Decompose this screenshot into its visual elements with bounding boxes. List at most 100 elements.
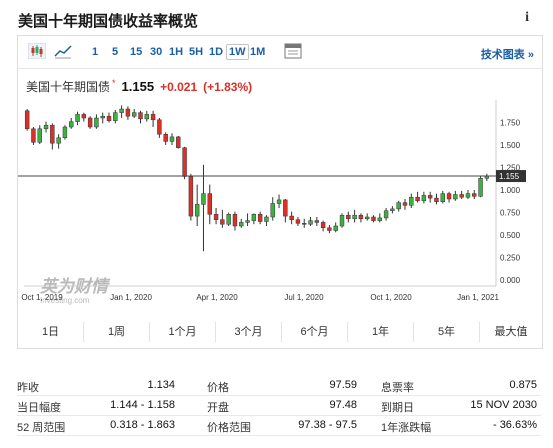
candle-body (472, 193, 477, 197)
candle-body (182, 147, 187, 177)
advanced-chart-link[interactable]: 技术图表 » (481, 46, 534, 62)
y-tick-label: 1.750 (500, 119, 521, 128)
chart-toolbar: 1 5 15 30 1H 5H 1D 1W 1M 技术图表 » (18, 36, 542, 69)
stat-label: 息票率 (381, 382, 414, 394)
stats-row: 52 周范围 0.318 - 1.863 价格范围 97.38 - 97.5 1… (17, 415, 541, 436)
range-5y[interactable]: 5年 (414, 322, 480, 342)
candle-body (75, 114, 80, 122)
candle-body (24, 110, 30, 130)
price-change: +0.021 (160, 80, 198, 94)
interval-5[interactable]: 5 (112, 46, 118, 58)
interval-1h[interactable]: 1H (169, 46, 183, 58)
x-tick-label: Oct 1, 2020 (370, 293, 412, 302)
info-icon[interactable]: i (525, 10, 529, 26)
y-tick-label: 1.500 (500, 141, 521, 150)
candle-body (220, 219, 225, 225)
candlestick-icon[interactable] (28, 43, 46, 59)
instrument-name: 美国十年期国债 (26, 80, 111, 94)
interval-1m[interactable]: 1M (250, 46, 265, 58)
candle-body (346, 214, 351, 220)
range-6m[interactable]: 6个月 (282, 322, 348, 342)
candle-body (163, 133, 168, 142)
x-tick-label: Oct 1, 2019 (21, 293, 63, 302)
stat-value: 15 NOV 2030 (470, 399, 537, 411)
candle-body (270, 203, 275, 218)
range-max[interactable]: 最大值 (480, 322, 542, 342)
stat-label: 开盘 (207, 402, 229, 414)
candle-body (295, 219, 301, 224)
stat-label: 当日幅度 (17, 402, 61, 414)
candle-body (302, 223, 307, 225)
y-tick-label: 0.500 (500, 231, 521, 240)
candle-body (352, 214, 357, 220)
candle-body (87, 117, 93, 128)
candle-body (50, 124, 55, 144)
candle-body (276, 199, 282, 204)
stat-value: 97.48 (329, 399, 357, 411)
range-1d[interactable]: 1日 (18, 322, 84, 342)
stat-label: 昨收 (17, 382, 39, 394)
candle-body (157, 119, 162, 135)
candle-body (465, 193, 471, 198)
y-tick-label: 0.250 (500, 254, 521, 263)
range-1y[interactable]: 1年 (348, 322, 414, 342)
candle-body (383, 210, 389, 219)
stat-value: 1.144 - 1.158 (110, 399, 175, 411)
stats-row: 当日幅度 1.144 - 1.158 开盘 97.48 到期日 15 NOV 2… (17, 395, 541, 416)
candle-body (415, 196, 420, 202)
candle-body (144, 114, 149, 120)
candle-body (390, 208, 395, 211)
candle-body (213, 214, 219, 220)
candle-body (251, 214, 257, 221)
quote-line: 美国十年期国债 * 1.155 +0.021 (+1.83%) (26, 78, 252, 95)
stat-value: 0.875 (509, 379, 537, 391)
candle-body (365, 216, 370, 220)
candle-body (402, 202, 408, 206)
x-tick-label: Apr 1, 2020 (196, 293, 238, 302)
stat-label: 52 周范围 (17, 422, 66, 434)
stats-row: 昨收 1.134 价格 97.59 息票率 0.875 (17, 375, 541, 396)
last-price: 1.155 (121, 79, 155, 94)
candle-body (132, 112, 137, 117)
candle-body (396, 202, 401, 210)
candle-body (232, 214, 238, 227)
range-1w[interactable]: 1周 (84, 322, 150, 342)
candle-body (94, 117, 99, 128)
candle-body (119, 108, 124, 113)
candle-body (314, 220, 320, 223)
candle-body (207, 193, 212, 215)
interval-1d[interactable]: 1D (209, 46, 223, 58)
stat-value: 97.59 (329, 379, 357, 391)
candle-body (125, 108, 131, 117)
candle-body (239, 222, 244, 227)
candle-body (245, 220, 250, 223)
interval-30[interactable]: 30 (150, 46, 162, 58)
chart-panel: 1 5 15 30 1H 5H 1D 1W 1M 技术图表 » 美国十年期国债 *… (17, 35, 543, 349)
candle-body (283, 199, 288, 217)
interval-5h[interactable]: 5H (189, 46, 203, 58)
interval-1[interactable]: 1 (92, 46, 98, 58)
y-tick-label: 1.000 (500, 186, 521, 195)
candle-body (113, 112, 118, 121)
range-1m[interactable]: 1个月 (150, 322, 216, 342)
candle-body (31, 128, 36, 143)
candle-body (339, 214, 345, 227)
candle-body (453, 194, 458, 200)
price-chart[interactable]: 英为财情 Investing.com 0.0000.2500.5000.7501… (18, 96, 542, 320)
interval-15[interactable]: 15 (130, 46, 142, 58)
candle-body (69, 121, 74, 128)
range-3m[interactable]: 3个月 (216, 322, 282, 342)
interval-1w[interactable]: 1W (226, 44, 249, 60)
candle-body (176, 136, 181, 148)
price-change-pct: (+1.83%) (203, 80, 253, 94)
calendar-icon[interactable] (284, 43, 302, 59)
candle-body (421, 195, 427, 202)
candle-body (169, 136, 175, 142)
candle-body (264, 216, 269, 222)
candle-body (150, 114, 156, 121)
candle-body (371, 216, 376, 221)
candle-body (478, 178, 483, 197)
stat-value: 97.38 - 97.5 (298, 419, 357, 431)
candle-body (257, 214, 263, 222)
area-chart-icon[interactable] (54, 43, 72, 59)
